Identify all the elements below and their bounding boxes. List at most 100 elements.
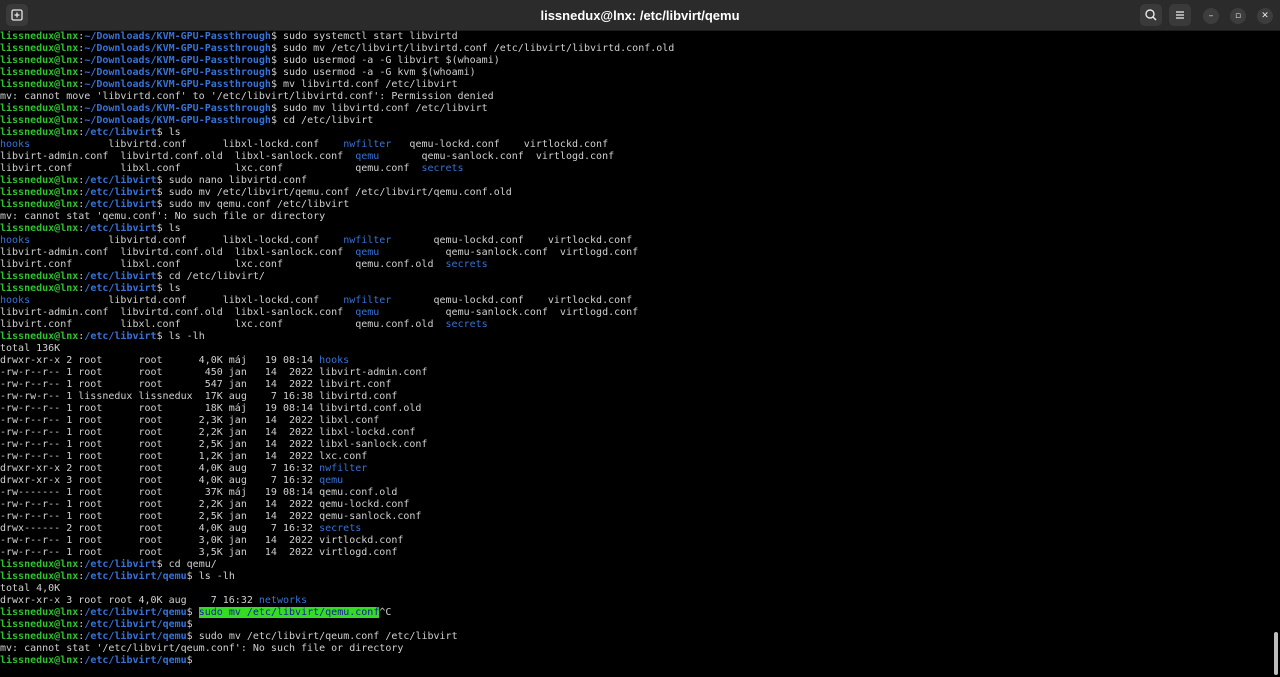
terminal-line: lissnedux@lnx:/etc/libvirt$ ls: [0, 283, 1272, 295]
prompt-path: /etc/libvirt/qemu: [84, 607, 187, 618]
output-text: $ sudo usermod -a -G libvirt $(whoami): [270, 55, 500, 66]
output-text: $ cd /etc/libvirt: [270, 115, 374, 126]
directory-name: nwfilter: [343, 235, 392, 246]
output-text: libvirtd.conf libxl-lockd.conf: [30, 139, 344, 150]
prompt-path: /etc/libvirt: [84, 283, 157, 294]
terminal-line: lissnedux@lnx:/etc/libvirt$ sudo mv qemu…: [0, 199, 1272, 211]
output-text: drwxr-xr-x 2 root root 4,0K máj 19 08:14: [0, 355, 320, 366]
prompt-path: ~/Downloads/KVM-GPU-Passthrough: [84, 55, 271, 66]
terminal-line: total 4,0K: [0, 583, 1272, 595]
output-text: $ ls: [156, 283, 181, 294]
output-text: -rw-r--r-- 1 root root 1,2K jan 14 2022 …: [0, 451, 368, 462]
scrollbar[interactable]: [1274, 632, 1278, 675]
terminal-line: hooks libvirtd.conf libxl-lockd.conf nwf…: [0, 235, 1272, 247]
directory-name: nwfilter: [343, 139, 392, 150]
prompt-user: lissnedux@lnx: [0, 127, 79, 138]
prompt-user: lissnedux@lnx: [0, 199, 79, 210]
terminal-line: drwxr-xr-x 2 root root 4,0K aug 7 16:32 …: [0, 463, 1272, 475]
terminal-line: lissnedux@lnx:/etc/libvirt$ cd /etc/libv…: [0, 271, 1272, 283]
terminal-output[interactable]: lissnedux@lnx:~/Downloads/KVM-GPU-Passth…: [0, 31, 1272, 677]
prompt-user: lissnedux@lnx: [0, 43, 79, 54]
prompt-path: /etc/libvirt: [84, 331, 157, 342]
output-text: -rw------- 1 root root 37K máj 19 08:14 …: [0, 487, 398, 498]
prompt-user: lissnedux@lnx: [0, 175, 79, 186]
terminal-line: lissnedux@lnx:/etc/libvirt/qemu$ sudo mv…: [0, 607, 1272, 619]
directory-name: qemu: [355, 307, 380, 318]
terminal-line: lissnedux@lnx:~/Downloads/KVM-GPU-Passth…: [0, 79, 1272, 91]
output-text: $ sudo mv /etc/libvirt/qeum.conf /etc/li…: [186, 631, 458, 642]
prompt-user: lissnedux@lnx: [0, 103, 79, 114]
output-text: libvirtd.conf libxl-lockd.conf: [30, 235, 344, 246]
terminal-line: -rw-r--r-- 1 root root 2,5K jan 14 2022 …: [0, 439, 1272, 451]
terminal-line: lissnedux@lnx:/etc/libvirt$ cd qemu/: [0, 559, 1272, 571]
minimize-button[interactable]: –: [1203, 8, 1219, 24]
terminal-line: mv: cannot stat 'qemu.conf': No such fil…: [0, 211, 1272, 223]
output-text: drwx------ 2 root root 4,0K aug 7 16:32: [0, 523, 320, 534]
terminal-line: -rw-r--r-- 1 root root 547 jan 14 2022 l…: [0, 379, 1272, 391]
close-button[interactable]: ✕: [1257, 8, 1273, 24]
terminal-line: mv: cannot stat '/etc/libvirt/qeum.conf'…: [0, 643, 1272, 655]
prompt-user: lissnedux@lnx: [0, 607, 79, 618]
output-text: -rw-r--r-- 1 root root 547 jan 14 2022 l…: [0, 379, 392, 390]
output-text: $: [186, 655, 193, 666]
search-button[interactable]: [1140, 4, 1162, 26]
prompt-user: lissnedux@lnx: [0, 79, 79, 90]
output-text: $: [186, 619, 193, 630]
terminal-line: -rw-r--r-- 1 root root 2,2K jan 14 2022 …: [0, 499, 1272, 511]
prompt-path: ~/Downloads/KVM-GPU-Passthrough: [84, 103, 271, 114]
terminal-line: -rw-r--r-- 1 root root 450 jan 14 2022 l…: [0, 367, 1272, 379]
directory-name: hooks: [0, 139, 31, 150]
output-text: libvirt-admin.conf libvirtd.conf.old lib…: [0, 307, 356, 318]
directory-name: hooks: [0, 295, 31, 306]
output-text: mv: cannot move 'libvirtd.conf' to '/etc…: [0, 91, 494, 102]
output-text: libvirt.conf libxl.conf lxc.conf qemu.co…: [0, 319, 446, 330]
terminal-line: lissnedux@lnx:/etc/libvirt/qemu$: [0, 619, 1272, 631]
directory-name: qemu: [355, 247, 380, 258]
directory-name: secrets: [445, 259, 488, 270]
output-text: libvirt-admin.conf libvirtd.conf.old lib…: [0, 151, 356, 162]
output-text: -rw-r--r-- 1 root root 3,5K jan 14 2022 …: [0, 547, 398, 558]
terminal-window: lissnedux@lnx: /etc/libvirt/qemu – ▫ ✕ l…: [0, 0, 1280, 677]
terminal-line: lissnedux@lnx:/etc/libvirt/qemu$ ls -lh: [0, 571, 1272, 583]
prompt-path: ~/Downloads/KVM-GPU-Passthrough: [84, 43, 271, 54]
output-text: $ ls -lh: [186, 571, 235, 582]
prompt-user: lissnedux@lnx: [0, 631, 79, 642]
directory-name: networks: [258, 595, 308, 606]
new-tab-button[interactable]: [6, 4, 28, 26]
prompt-user: lissnedux@lnx: [0, 655, 79, 666]
terminal-line: libvirt-admin.conf libvirtd.conf.old lib…: [0, 247, 1272, 259]
output-text: -rw-r--r-- 1 root root 2,5K jan 14 2022 …: [0, 439, 428, 450]
output-text: $ sudo usermod -a -G kvm $(whoami): [270, 67, 476, 78]
directory-name: hooks: [319, 355, 350, 366]
terminal-line: drwxr-xr-x 3 root root 4,0K aug 7 16:32 …: [0, 595, 1272, 607]
output-text: $ sudo nano libvirtd.conf: [156, 175, 308, 186]
output-text: $ sudo systemctl start libvirtd: [270, 31, 458, 42]
output-text: -rw-rw-r-- 1 lissnedux lissnedux 17K aug…: [0, 391, 398, 402]
terminal-line: -rw-r--r-- 1 root root 2,2K jan 14 2022 …: [0, 427, 1272, 439]
prompt-user: lissnedux@lnx: [0, 331, 79, 342]
terminal-line: -rw-r--r-- 1 root root 1,2K jan 14 2022 …: [0, 451, 1272, 463]
terminal-line: lissnedux@lnx:~/Downloads/KVM-GPU-Passth…: [0, 43, 1272, 55]
maximize-button[interactable]: ▫: [1230, 8, 1246, 24]
menu-button[interactable]: [1169, 4, 1191, 26]
output-text: -rw-r--r-- 1 root root 2,5K jan 14 2022 …: [0, 511, 422, 522]
prompt-user: lissnedux@lnx: [0, 55, 79, 66]
output-text: $: [186, 607, 199, 618]
prompt-path: /etc/libvirt: [84, 199, 157, 210]
prompt-user: lissnedux@lnx: [0, 271, 79, 282]
output-text: $ cd /etc/libvirt/: [156, 271, 265, 282]
directory-name: secrets: [421, 163, 464, 174]
output-text: qemu-sanlock.conf virtlogd.conf: [379, 307, 639, 318]
terminal-line: lissnedux@lnx:~/Downloads/KVM-GPU-Passth…: [0, 103, 1272, 115]
prompt-path: /etc/libvirt: [84, 175, 157, 186]
terminal-line: lissnedux@lnx:/etc/libvirt$ ls -lh: [0, 331, 1272, 343]
output-text: total 136K: [0, 343, 61, 354]
directory-name: hooks: [0, 235, 31, 246]
prompt-path: /etc/libvirt: [84, 271, 157, 282]
prompt-path: /etc/libvirt: [84, 223, 157, 234]
terminal-line: hooks libvirtd.conf libxl-lockd.conf nwf…: [0, 295, 1272, 307]
terminal-line: -rw-r--r-- 1 root root 2,3K jan 14 2022 …: [0, 415, 1272, 427]
terminal-line: lissnedux@lnx:/etc/libvirt$ sudo nano li…: [0, 175, 1272, 187]
terminal-line: drwxr-xr-x 3 root root 4,0K aug 7 16:32 …: [0, 475, 1272, 487]
output-text: libvirt.conf libxl.conf lxc.conf qemu.co…: [0, 259, 446, 270]
